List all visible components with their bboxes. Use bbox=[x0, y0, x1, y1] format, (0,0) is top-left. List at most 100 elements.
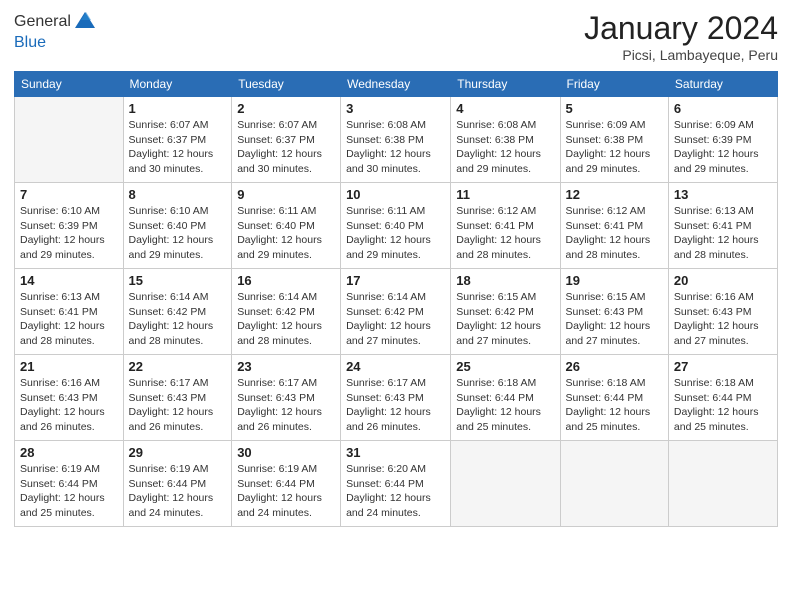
calendar-week-row: 28 Sunrise: 6:19 AM Sunset: 6:44 PM Dayli… bbox=[15, 441, 778, 527]
day-number: 5 bbox=[566, 101, 663, 116]
calendar-day-cell: 28Sunrise: 6:19 AM Sunset: 6:44 PM Dayli… bbox=[15, 441, 124, 527]
day-info: Sunrise: 6:14 AM Sunset: 6:42 PM Dayligh… bbox=[129, 290, 227, 349]
day-info: Sunrise: 6:18 AM Sunset: 6:44 PM Dayligh… bbox=[456, 376, 554, 435]
calendar-day-cell: 12Sunrise: 6:12 AM Sunset: 6:41 PM Dayli… bbox=[560, 183, 668, 269]
calendar-table: Sunday Monday Tuesday Wednesday Thursday… bbox=[14, 71, 778, 527]
day-number: 13 bbox=[674, 187, 772, 202]
subtitle: Picsi, Lambayeque, Peru bbox=[584, 47, 778, 63]
calendar-day-cell: 15Sunrise: 6:14 AM Sunset: 6:42 PM Dayli… bbox=[123, 269, 232, 355]
col-sunday: Sunday bbox=[15, 72, 124, 97]
day-info: Sunrise: 6:10 AM Sunset: 6:40 PM Dayligh… bbox=[129, 204, 227, 263]
day-info: Sunrise: 6:18 AM Sunset: 6:44 PM Dayligh… bbox=[566, 376, 663, 435]
calendar-day-cell: 26 Sunrise: 6:18 AM Sunset: 6:44 PM Dayli… bbox=[560, 355, 668, 441]
day-number: 27 bbox=[674, 359, 772, 374]
day-number: 23 bbox=[237, 359, 335, 374]
logo-blue-text: Blue bbox=[14, 34, 97, 52]
day-number: 16 bbox=[237, 273, 335, 288]
col-saturday: Saturday bbox=[668, 72, 777, 97]
day-number: 1 bbox=[129, 101, 227, 116]
calendar-day-cell: 7 Sunrise: 6:10 AM Sunset: 6:39 PM Daylig… bbox=[15, 183, 124, 269]
calendar-day-cell: 9Sunrise: 6:11 AM Sunset: 6:40 PM Daylig… bbox=[232, 183, 341, 269]
calendar-week-row: 1 Sunrise: 6:07 AM Sunset: 6:37 PM Daylig… bbox=[15, 97, 778, 183]
day-info: Sunrise: 6:20 AM Sunset: 6:44 PM Dayligh… bbox=[346, 462, 445, 521]
calendar-day-cell bbox=[668, 441, 777, 527]
calendar-day-cell: 25 Sunrise: 6:18 AM Sunset: 6:44 PM Dayli… bbox=[451, 355, 560, 441]
col-tuesday: Tuesday bbox=[232, 72, 341, 97]
day-info: Sunrise: 6:10 AM Sunset: 6:39 PM Dayligh… bbox=[20, 204, 118, 263]
calendar-day-cell: 21 Sunrise: 6:16 AM Sunset: 6:43 PM Dayli… bbox=[15, 355, 124, 441]
calendar-header-row: Sunday Monday Tuesday Wednesday Thursday… bbox=[15, 72, 778, 97]
calendar-day-cell: 11 Sunrise: 6:12 AM Sunset: 6:41 PM Dayli… bbox=[451, 183, 560, 269]
col-wednesday: Wednesday bbox=[341, 72, 451, 97]
calendar-day-cell: 17Sunrise: 6:14 AM Sunset: 6:42 PM Dayli… bbox=[341, 269, 451, 355]
day-info: Sunrise: 6:14 AM Sunset: 6:42 PM Dayligh… bbox=[237, 290, 335, 349]
day-info: Sunrise: 6:11 AM Sunset: 6:40 PM Dayligh… bbox=[346, 204, 445, 263]
day-number: 30 bbox=[237, 445, 335, 460]
day-info: Sunrise: 6:16 AM Sunset: 6:43 PM Dayligh… bbox=[20, 376, 118, 435]
calendar-day-cell: 4Sunrise: 6:08 AM Sunset: 6:38 PM Daylig… bbox=[451, 97, 560, 183]
calendar-day-cell: 19 Sunrise: 6:15 AM Sunset: 6:43 PM Dayli… bbox=[560, 269, 668, 355]
day-info: Sunrise: 6:15 AM Sunset: 6:43 PM Dayligh… bbox=[566, 290, 663, 349]
day-info: Sunrise: 6:07 AM Sunset: 6:37 PM Dayligh… bbox=[237, 118, 335, 177]
calendar-day-cell: 23 Sunrise: 6:17 AM Sunset: 6:43 PM Dayli… bbox=[232, 355, 341, 441]
day-number: 24 bbox=[346, 359, 445, 374]
calendar-day-cell: 18 Sunrise: 6:15 AM Sunset: 6:42 PM Dayli… bbox=[451, 269, 560, 355]
calendar-day-cell: 29 Sunrise: 6:19 AM Sunset: 6:44 PM Dayli… bbox=[123, 441, 232, 527]
calendar-day-cell: 31 Sunrise: 6:20 AM Sunset: 6:44 PM Dayli… bbox=[341, 441, 451, 527]
calendar-day-cell: 2 Sunrise: 6:07 AM Sunset: 6:37 PM Daylig… bbox=[232, 97, 341, 183]
calendar-week-row: 21 Sunrise: 6:16 AM Sunset: 6:43 PM Dayli… bbox=[15, 355, 778, 441]
day-info: Sunrise: 6:12 AM Sunset: 6:41 PM Dayligh… bbox=[456, 204, 554, 263]
col-thursday: Thursday bbox=[451, 72, 560, 97]
day-number: 31 bbox=[346, 445, 445, 460]
day-number: 22 bbox=[129, 359, 227, 374]
day-number: 17 bbox=[346, 273, 445, 288]
day-number: 18 bbox=[456, 273, 554, 288]
calendar-day-cell bbox=[560, 441, 668, 527]
day-number: 29 bbox=[129, 445, 227, 460]
calendar-week-row: 7 Sunrise: 6:10 AM Sunset: 6:39 PM Daylig… bbox=[15, 183, 778, 269]
day-info: Sunrise: 6:09 AM Sunset: 6:39 PM Dayligh… bbox=[674, 118, 772, 177]
calendar-day-cell: 1 Sunrise: 6:07 AM Sunset: 6:37 PM Daylig… bbox=[123, 97, 232, 183]
day-info: Sunrise: 6:19 AM Sunset: 6:44 PM Dayligh… bbox=[237, 462, 335, 521]
day-info: Sunrise: 6:18 AM Sunset: 6:44 PM Dayligh… bbox=[674, 376, 772, 435]
day-number: 4 bbox=[456, 101, 554, 116]
calendar-day-cell: 10 Sunrise: 6:11 AM Sunset: 6:40 PM Dayli… bbox=[341, 183, 451, 269]
day-number: 10 bbox=[346, 187, 445, 202]
month-title: January 2024 bbox=[584, 10, 778, 47]
day-info: Sunrise: 6:16 AM Sunset: 6:43 PM Dayligh… bbox=[674, 290, 772, 349]
day-number: 20 bbox=[674, 273, 772, 288]
calendar-day-cell: 5Sunrise: 6:09 AM Sunset: 6:38 PM Daylig… bbox=[560, 97, 668, 183]
calendar-day-cell: 14Sunrise: 6:13 AM Sunset: 6:41 PM Dayli… bbox=[15, 269, 124, 355]
day-info: Sunrise: 6:15 AM Sunset: 6:42 PM Dayligh… bbox=[456, 290, 554, 349]
calendar-day-cell: 24 Sunrise: 6:17 AM Sunset: 6:43 PM Dayli… bbox=[341, 355, 451, 441]
day-number: 28 bbox=[20, 445, 118, 460]
calendar-day-cell: 27 Sunrise: 6:18 AM Sunset: 6:44 PM Dayli… bbox=[668, 355, 777, 441]
col-friday: Friday bbox=[560, 72, 668, 97]
day-number: 6 bbox=[674, 101, 772, 116]
calendar-week-row: 14Sunrise: 6:13 AM Sunset: 6:41 PM Dayli… bbox=[15, 269, 778, 355]
logo-general-text: General bbox=[14, 13, 71, 31]
day-info: Sunrise: 6:07 AM Sunset: 6:37 PM Dayligh… bbox=[129, 118, 227, 177]
day-number: 19 bbox=[566, 273, 663, 288]
day-number: 21 bbox=[20, 359, 118, 374]
day-info: Sunrise: 6:17 AM Sunset: 6:43 PM Dayligh… bbox=[129, 376, 227, 435]
day-number: 14 bbox=[20, 273, 118, 288]
day-info: Sunrise: 6:11 AM Sunset: 6:40 PM Dayligh… bbox=[237, 204, 335, 263]
day-number: 11 bbox=[456, 187, 554, 202]
day-info: Sunrise: 6:12 AM Sunset: 6:41 PM Dayligh… bbox=[566, 204, 663, 263]
day-number: 25 bbox=[456, 359, 554, 374]
day-number: 2 bbox=[237, 101, 335, 116]
day-info: Sunrise: 6:17 AM Sunset: 6:43 PM Dayligh… bbox=[237, 376, 335, 435]
day-info: Sunrise: 6:19 AM Sunset: 6:44 PM Dayligh… bbox=[129, 462, 227, 521]
day-number: 26 bbox=[566, 359, 663, 374]
logo-icon bbox=[73, 10, 97, 34]
calendar-day-cell: 16 Sunrise: 6:14 AM Sunset: 6:42 PM Dayli… bbox=[232, 269, 341, 355]
day-number: 8 bbox=[129, 187, 227, 202]
day-info: Sunrise: 6:17 AM Sunset: 6:43 PM Dayligh… bbox=[346, 376, 445, 435]
calendar-day-cell: 13Sunrise: 6:13 AM Sunset: 6:41 PM Dayli… bbox=[668, 183, 777, 269]
calendar-day-cell: 3Sunrise: 6:08 AM Sunset: 6:38 PM Daylig… bbox=[341, 97, 451, 183]
logo: General Blue bbox=[14, 10, 97, 52]
day-number: 7 bbox=[20, 187, 118, 202]
calendar-day-cell: 8 Sunrise: 6:10 AM Sunset: 6:40 PM Daylig… bbox=[123, 183, 232, 269]
calendar-day-cell bbox=[451, 441, 560, 527]
